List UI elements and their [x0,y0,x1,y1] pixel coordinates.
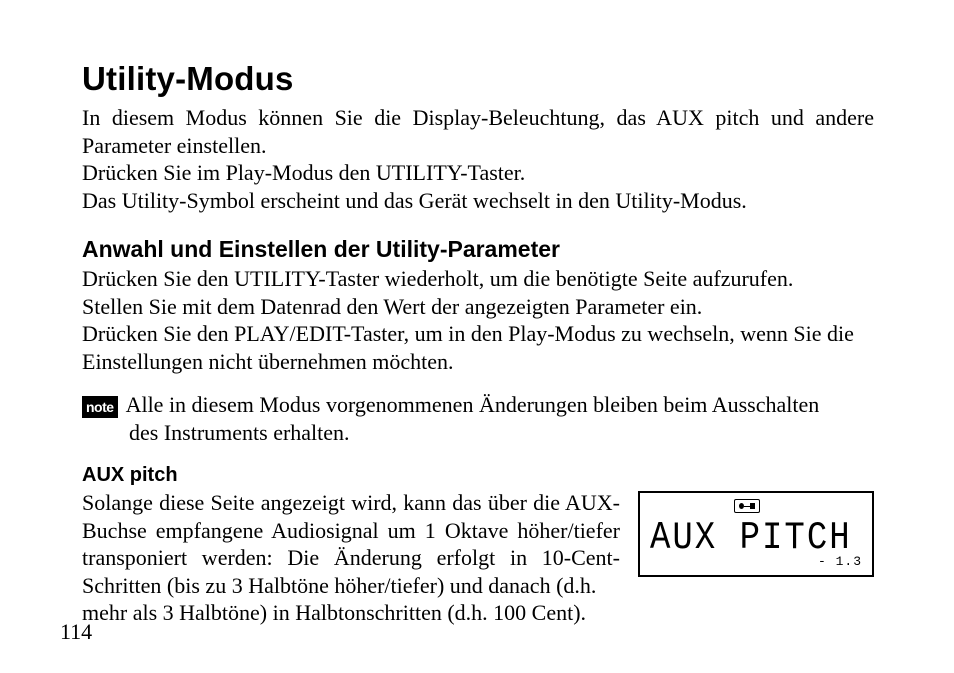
note-badge: note [82,396,118,418]
utility-icon [734,499,760,513]
body-paragraph-2: Stellen Sie mit dem Datenrad den Wert de… [82,293,874,321]
page-number: 114 [60,619,92,645]
note-block: note Alle in diesem Modus vorgenommenen … [82,391,874,419]
document-page: Utility-Modus In diesem Modus können Sie… [0,0,954,673]
lcd-sub-text: - 1.3 [818,554,862,569]
parameter-row: Solange diese Seite angezeigt wird, kann… [82,489,874,599]
body-paragraph-1: Drücken Sie den UTILITY-Taster wiederhol… [82,265,874,293]
parameter-heading: AUX pitch [82,464,874,487]
parameter-text-col: Solange diese Seite angezeigt wird, kann… [82,489,620,599]
intro-paragraph-1: In diesem Modus können Sie die Display-B… [82,104,874,159]
utility-icon-line [744,506,753,508]
note-text-line2: des Instruments erhalten. [129,419,874,447]
lcd-display: AUX PITCH - 1.3 [638,491,874,577]
intro-paragraph-2: Drücken Sie im Play-Modus den UTILITY-Ta… [82,159,874,187]
note-text-line1: Alle in diesem Modus vorgenommenen Änder… [126,391,874,419]
page-title: Utility-Modus [82,60,874,98]
parameter-text-full: mehr als 3 Halbtöne) in Halbtonschritten… [82,599,874,627]
intro-paragraph-3: Das Utility-Symbol erscheint und das Ger… [82,187,874,215]
parameter-text-full-line: mehr als 3 Halbtöne) in Halbtonschritten… [82,599,874,627]
section-heading: Anwahl und Einstellen der Utility-Parame… [82,236,874,263]
intro-block: In diesem Modus können Sie die Display-B… [82,104,874,214]
body-paragraph-3: Drücken Sie den PLAY/EDIT-Taster, um in … [82,320,874,375]
body-block: Drücken Sie den UTILITY-Taster wiederhol… [82,265,874,375]
